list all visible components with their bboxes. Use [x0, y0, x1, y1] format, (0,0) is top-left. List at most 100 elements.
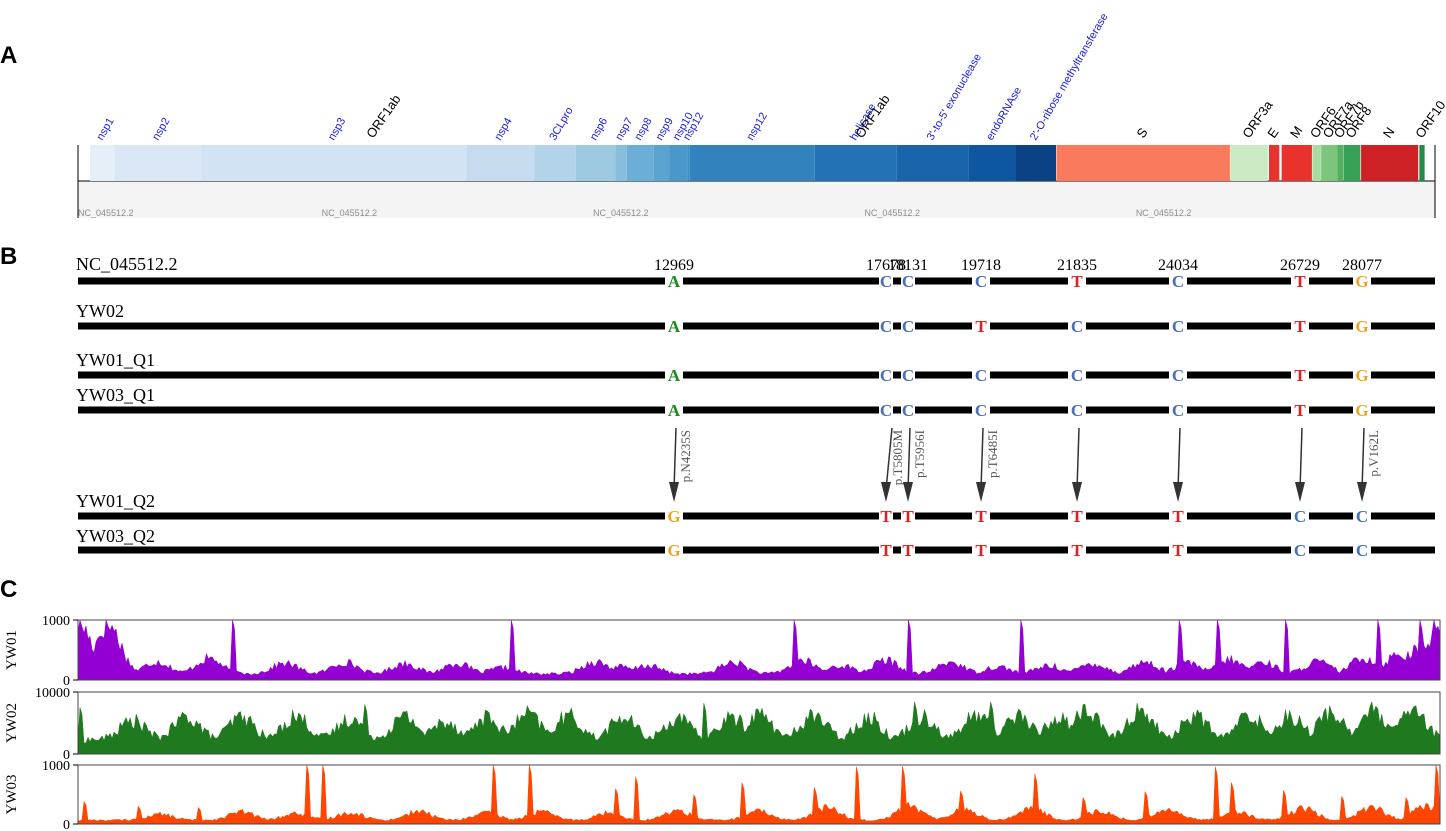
base-letter: C — [975, 401, 987, 420]
subfeature-label: 3'-to-5' exonuclease — [925, 52, 984, 143]
base-letter: G — [667, 541, 680, 560]
base-letter: A — [668, 366, 681, 385]
subfeature-bar — [653, 145, 670, 181]
subfeature-label: 3CLpro — [547, 105, 575, 142]
base-letter: T — [975, 317, 987, 336]
aa-change-label: p.N4235S — [678, 430, 693, 482]
subfeature-label: nsp2 — [150, 116, 172, 143]
y-tick-label: 1000 — [42, 759, 70, 774]
sequence-name: YW02 — [76, 301, 124, 321]
base-letter: G — [1355, 272, 1368, 291]
base-letter: C — [1356, 507, 1368, 526]
coverage-name: YW03 — [4, 775, 20, 815]
coverage-area — [77, 764, 1441, 825]
base-letter: C — [902, 317, 914, 336]
alignment-panel: 12969 1767818131 19718 21835 24034 26729 28077… — [76, 254, 1435, 560]
subfeature-bar — [968, 145, 1016, 181]
subfeature-label: nsp7 — [613, 116, 635, 143]
base-letter: C — [1071, 366, 1083, 385]
genome-map: nsp1 nsp2 nsp3 nsp4 3CLpro nsp6 nsp7nsp8nsp9ns… — [77, 11, 1446, 218]
subfeature-label: nsp6 — [588, 116, 610, 143]
base-letter: T — [975, 541, 987, 560]
subfeature-label: nsp4 — [492, 116, 514, 143]
base-letter: C — [880, 401, 892, 420]
track-label: NC_045512.2 — [864, 208, 920, 218]
aa-change-label: p.T6485I — [985, 430, 1000, 478]
base-letter: T — [1071, 272, 1083, 291]
sequence-name: YW03_Q2 — [76, 526, 155, 546]
base-letter: T — [1071, 541, 1083, 560]
coverage-area — [77, 619, 1441, 681]
sequence-name: YW01_Q2 — [76, 491, 155, 511]
panel-a-label: A — [0, 42, 17, 69]
base-letter: T — [1294, 366, 1306, 385]
reference-track — [78, 181, 1435, 218]
base-letter: C — [902, 272, 914, 291]
subfeature-bar — [466, 145, 535, 181]
y-tick-label: 0 — [63, 818, 70, 831]
arrow-head — [976, 482, 986, 502]
arrow-head — [1072, 482, 1082, 502]
gene-bar — [1321, 145, 1338, 181]
subfeature-bar — [896, 145, 969, 181]
gene-bar — [1056, 145, 1230, 181]
aa-change-label: p.T5805M — [890, 430, 905, 486]
arrow-head — [669, 482, 679, 502]
base-letter: C — [880, 272, 892, 291]
mutation-arrow — [907, 427, 911, 491]
subfeature-bar — [615, 145, 627, 181]
coverage-name: YW01 — [4, 630, 20, 670]
panel-b-label: B — [0, 243, 17, 270]
base-letter: G — [1355, 366, 1368, 385]
mutation-arrow — [1177, 427, 1181, 491]
coverage-name: YW02 — [4, 703, 20, 743]
base-letter: A — [668, 401, 681, 420]
subfeature-bar — [669, 145, 688, 181]
arrow-head — [903, 482, 913, 502]
base-letter: T — [902, 507, 914, 526]
base-letter: T — [1172, 541, 1184, 560]
subfeature-bar — [90, 145, 115, 181]
subfeature-bar — [689, 145, 815, 181]
base-letter: C — [1172, 317, 1184, 336]
sequence-name: YW01_Q1 — [76, 350, 155, 370]
base-letter: C — [1071, 317, 1083, 336]
base-letter: C — [1172, 272, 1184, 291]
coverage-panel: 10000YW01100000YW0210000YW03 — [4, 614, 1441, 831]
base-letter: T — [1294, 317, 1306, 336]
gene-bar — [1361, 145, 1419, 181]
base-letter: A — [668, 272, 681, 291]
gene-bar — [1419, 145, 1425, 181]
base-letter: G — [1355, 401, 1368, 420]
base-letter: T — [902, 541, 914, 560]
track-label: NC_045512.2 — [1136, 208, 1192, 218]
subfeature-bar — [575, 145, 616, 181]
subfeature-bar — [114, 145, 202, 181]
subfeature-bar — [201, 145, 467, 181]
arrow-head — [1357, 482, 1367, 502]
gene-label: ORF10 — [1412, 98, 1446, 141]
base-letter: C — [902, 366, 914, 385]
track-label: NC_045512.2 — [593, 208, 649, 218]
mutation-arrow — [1076, 427, 1080, 491]
subfeature-label: nsp8 — [632, 116, 654, 143]
base-letter: C — [880, 317, 892, 336]
mutation-arrow — [1299, 427, 1303, 491]
subfeature-label: nsp3 — [326, 116, 348, 143]
figure: A B C nsp1 nsp2 nsp3 nsp4 3CLpro nsp6 nsp7nsp8… — [0, 11, 1446, 831]
subfeature-label: endoRNAse — [984, 85, 1024, 142]
gene-bar — [1281, 145, 1312, 181]
base-letter: T — [1294, 401, 1306, 420]
sequence-name: NC_045512.2 — [76, 254, 178, 274]
mutation-arrow — [673, 427, 677, 491]
base-letter: T — [1071, 507, 1083, 526]
y-tick-label: 10000 — [35, 686, 70, 701]
base-letter: C — [975, 366, 987, 385]
arrow-head — [1295, 482, 1305, 502]
gene-label: N — [1380, 124, 1398, 140]
y-tick-label: 1000 — [42, 614, 70, 629]
base-letter: C — [1356, 541, 1368, 560]
base-letter: C — [1294, 541, 1306, 560]
gene-bar — [1268, 145, 1280, 181]
subfeature-label: 2'-O-ribose methyltransferase — [1028, 11, 1111, 142]
